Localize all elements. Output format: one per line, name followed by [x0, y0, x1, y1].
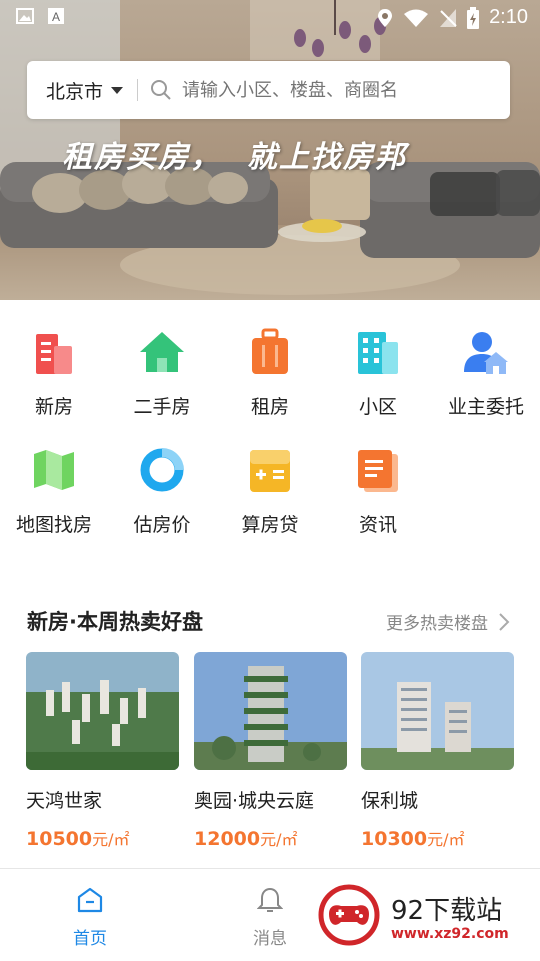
- category-mortgage-calc[interactable]: 算房贷: [216, 446, 324, 537]
- category-label: 估房价: [133, 514, 191, 536]
- new-building-icon: [36, 334, 72, 374]
- home-icon: [77, 887, 103, 913]
- category-label: 业主委托: [447, 396, 524, 418]
- listing-image: [194, 652, 347, 770]
- listing-name: 奥园·城央云庭: [194, 790, 315, 812]
- listing-name: 天鸿世家: [26, 790, 103, 812]
- category-new-house[interactable]: 新房: [0, 328, 108, 419]
- gamepad-logo-icon: [318, 884, 380, 946]
- banner-slogan: 租房买房， 就上找房邦: [62, 140, 407, 175]
- chevron-right-icon: [499, 612, 510, 631]
- caret-down-icon: [111, 86, 124, 94]
- search-divider: [137, 79, 139, 101]
- suitcase-icon: [252, 328, 288, 374]
- owner-person-icon: [464, 332, 508, 374]
- search-bar[interactable]: 北京市: [27, 61, 510, 119]
- section-title: 新房·本周热卖好盘: [27, 610, 203, 634]
- price-unit: 元/㎡: [92, 830, 130, 849]
- no-signal-icon: [440, 8, 457, 27]
- listing-name: 保利城: [361, 790, 419, 812]
- category-news[interactable]: 资讯: [324, 446, 432, 537]
- category-label: 租房: [250, 396, 289, 418]
- pie-chart-icon: [140, 448, 184, 492]
- price-value: 10500: [26, 828, 93, 850]
- more-link-label: 更多热卖楼盘: [386, 614, 488, 634]
- status-bar: A 2:10: [0, 0, 540, 36]
- status-time: 2:10: [489, 6, 528, 28]
- apartment-icon: [358, 332, 398, 374]
- category-label: 地图找房: [15, 514, 92, 536]
- house-icon: [140, 332, 184, 372]
- city-label: 北京市: [46, 80, 104, 103]
- listing-image: [361, 652, 514, 770]
- listing-price: 12000元/㎡: [194, 826, 347, 850]
- category-rent[interactable]: 租房: [216, 328, 324, 419]
- category-label: 新房: [34, 396, 73, 418]
- image-notification-icon: [16, 8, 34, 24]
- search-icon: [151, 80, 171, 100]
- category-label: 算房贷: [241, 514, 299, 536]
- price-unit: 元/㎡: [260, 830, 298, 849]
- category-label: 资讯: [358, 514, 397, 536]
- city-selector[interactable]: 北京市: [46, 77, 124, 104]
- tab-home[interactable]: 首页: [50, 887, 130, 949]
- listing-card[interactable]: 奥园·城央云庭 12000元/㎡: [194, 652, 347, 850]
- price-unit: 元/㎡: [427, 830, 465, 849]
- category-community[interactable]: 小区: [324, 328, 432, 419]
- price-value: 12000: [194, 828, 261, 850]
- more-hot-listings-link[interactable]: 更多热卖楼盘: [386, 609, 510, 634]
- tab-home-label: 首页: [73, 929, 107, 949]
- category-second-hand[interactable]: 二手房: [108, 328, 216, 419]
- news-document-icon: [358, 450, 398, 492]
- category-label: 二手房: [133, 396, 191, 418]
- category-owner-entrust[interactable]: 业主委托: [432, 328, 540, 419]
- watermark: 92下载站 www.xz92.com: [295, 870, 540, 960]
- listing-card[interactable]: 保利城 10300元/㎡: [361, 652, 514, 850]
- wifi-icon: [404, 9, 429, 27]
- svg-text:A: A: [52, 10, 60, 24]
- category-map-search[interactable]: 地图找房: [0, 446, 108, 537]
- listing-price: 10300元/㎡: [361, 826, 514, 850]
- location-icon: [378, 8, 393, 27]
- listing-price: 10500元/㎡: [26, 826, 179, 850]
- font-notification-icon: A: [48, 8, 64, 24]
- listing-card[interactable]: 天鸿世家 10500元/㎡: [26, 652, 179, 850]
- search-input[interactable]: [180, 78, 485, 102]
- category-estimate-price[interactable]: 估房价: [108, 446, 216, 537]
- map-icon: [34, 450, 74, 490]
- category-label: 小区: [358, 396, 397, 418]
- price-value: 10300: [361, 828, 428, 850]
- bell-icon: [256, 887, 284, 912]
- battery-charging-icon: [467, 6, 480, 29]
- calculator-icon: [250, 450, 290, 492]
- listing-image: [26, 652, 179, 770]
- watermark-url: www.xz92.com: [391, 926, 509, 942]
- watermark-text: 92下载站: [391, 896, 503, 926]
